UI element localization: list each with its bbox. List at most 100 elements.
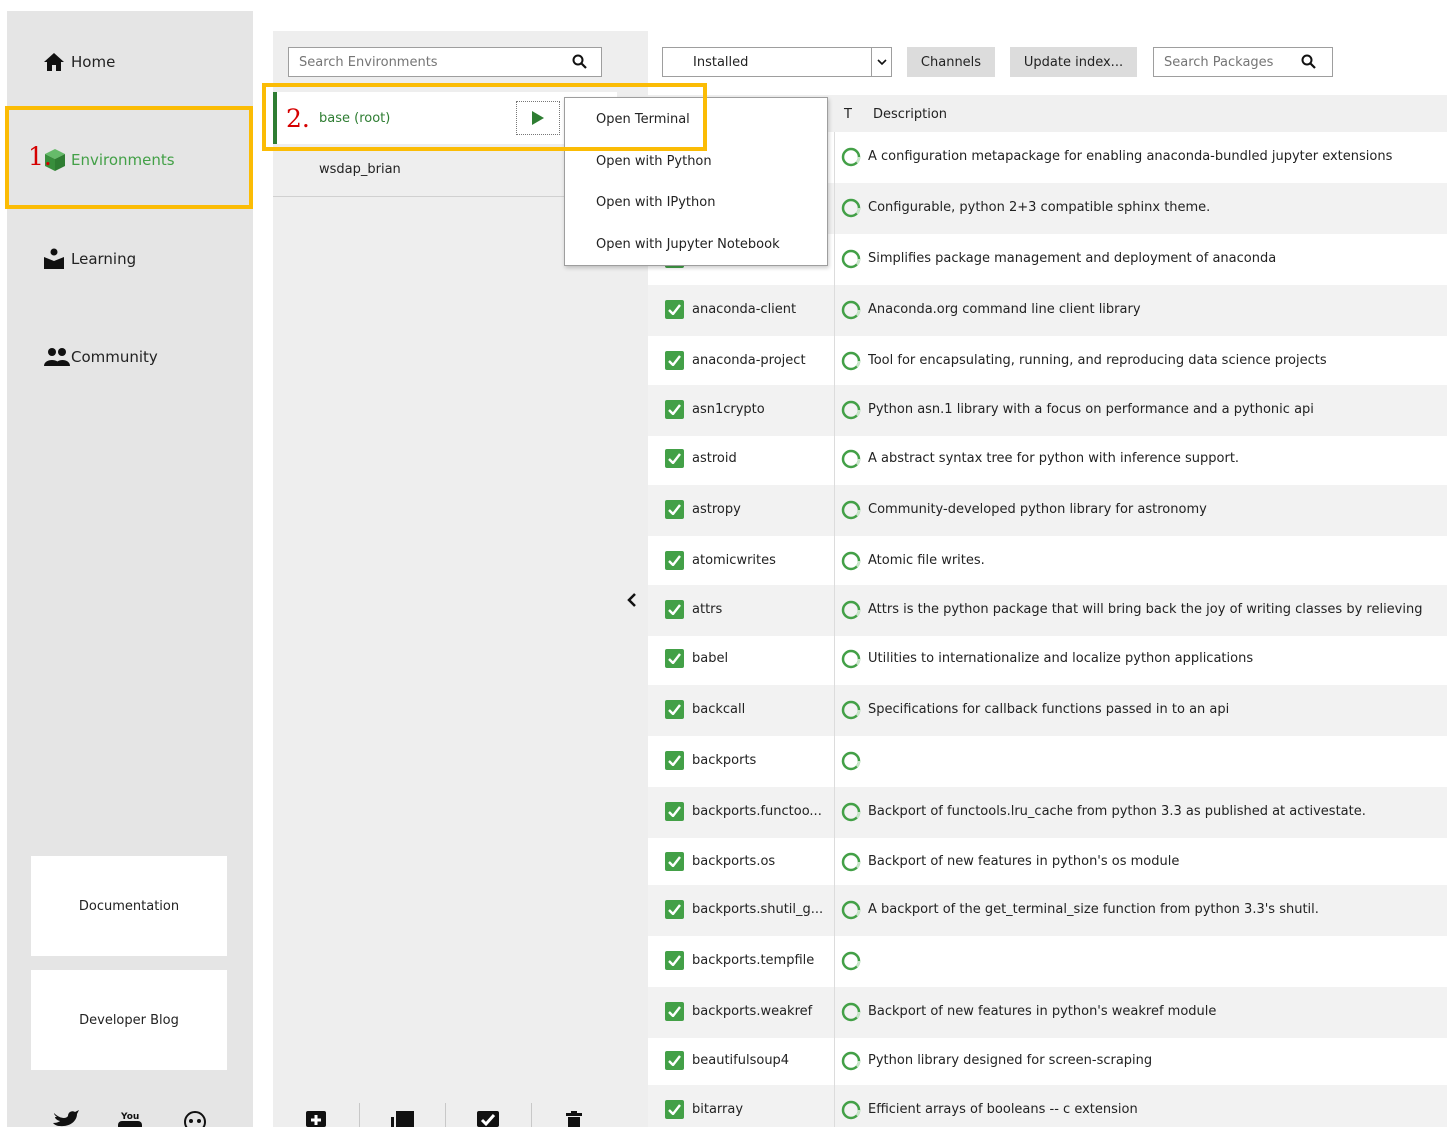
update-index-button[interactable]: Update index... xyxy=(1010,47,1137,77)
column-divider xyxy=(834,434,835,485)
table-row[interactable]: backports.weakref Backport of new feature… xyxy=(648,987,1447,1038)
nav-environments[interactable]: Environments xyxy=(43,148,175,172)
table-row[interactable]: attrs Attrs is the python package that wi… xyxy=(648,585,1447,636)
status-ring-icon xyxy=(841,551,861,575)
package-name: backcall xyxy=(692,702,746,717)
table-row[interactable]: bitarray Efficient arrays of booleans -- … xyxy=(648,1085,1447,1127)
search-icon[interactable] xyxy=(572,54,587,73)
table-row[interactable]: astroid A abstract syntax tree for python… xyxy=(648,434,1447,485)
checkbox-checked-icon[interactable] xyxy=(665,600,684,619)
chevron-down-icon[interactable] xyxy=(871,48,891,76)
column-divider xyxy=(834,685,835,736)
selection-bar xyxy=(273,92,277,144)
table-row[interactable]: anaconda-project Tool for encapsulating, … xyxy=(648,336,1447,387)
package-description: Python library designed for screen-scrap… xyxy=(868,1053,1153,1068)
chevron-left-icon[interactable] xyxy=(625,591,639,613)
people-icon xyxy=(43,345,71,369)
env-run-button[interactable] xyxy=(516,101,560,135)
documentation-card[interactable]: Documentation xyxy=(31,856,227,956)
status-ring-icon xyxy=(841,1100,861,1124)
checkbox-checked-icon[interactable] xyxy=(665,802,684,821)
column-divider xyxy=(834,1085,835,1127)
import-icon[interactable] xyxy=(445,1111,531,1127)
checkbox-checked-icon[interactable] xyxy=(665,449,684,468)
checkbox-checked-icon[interactable] xyxy=(665,300,684,319)
nav-home[interactable]: Home xyxy=(43,50,115,74)
menu-item-open-with-jupyter[interactable]: Open with Jupyter Notebook xyxy=(596,237,780,252)
package-filter-value: Installed xyxy=(693,55,749,70)
checkbox-checked-icon[interactable] xyxy=(665,700,684,719)
table-row[interactable]: beautifulsoup4 Python library designed fo… xyxy=(648,1036,1447,1087)
checkbox-checked-icon[interactable] xyxy=(665,649,684,668)
status-ring-icon xyxy=(841,852,861,876)
status-ring-icon xyxy=(841,700,861,724)
twitter-icon[interactable] xyxy=(52,1109,80,1127)
checkbox-checked-icon[interactable] xyxy=(665,400,684,419)
table-row[interactable]: anaconda-client Anaconda.org command line… xyxy=(648,285,1447,336)
youtube-icon[interactable]: You xyxy=(117,1109,143,1127)
github-icon[interactable] xyxy=(182,1109,208,1127)
package-filter-select[interactable]: Installed xyxy=(662,47,892,77)
table-row[interactable]: babel Utilities to internationalize and l… xyxy=(648,634,1447,685)
package-name: backports.tempfile xyxy=(692,953,815,968)
package-name: beautifulsoup4 xyxy=(692,1053,790,1068)
package-name: backports.shutil_g... xyxy=(692,902,824,917)
package-description: Community-developed python library for a… xyxy=(868,502,1207,517)
package-description: Attrs is the python package that will br… xyxy=(868,602,1423,617)
menu-item-open-with-ipython[interactable]: Open with IPython xyxy=(596,195,715,210)
status-ring-icon xyxy=(841,649,861,673)
nav-learning[interactable]: Learning xyxy=(43,247,136,271)
checkbox-checked-icon[interactable] xyxy=(665,500,684,519)
developer-blog-card[interactable]: Developer Blog xyxy=(31,970,227,1070)
checkbox-checked-icon[interactable] xyxy=(665,351,684,370)
table-row[interactable]: astropy Community-developed python librar… xyxy=(648,485,1447,536)
nav-home-label: Home xyxy=(71,53,116,71)
table-row[interactable]: backcall Specifications for callback func… xyxy=(648,685,1447,736)
table-row[interactable]: backports.shutil_g... A backport of the g… xyxy=(648,885,1447,936)
checkbox-checked-icon[interactable] xyxy=(665,1002,684,1021)
package-description: A backport of the get_terminal_size func… xyxy=(868,902,1319,917)
menu-item-open-with-python[interactable]: Open with Python xyxy=(596,154,712,169)
package-name: astroid xyxy=(692,451,737,466)
package-description: Backport of new features in python's wea… xyxy=(868,1004,1217,1019)
checkbox-checked-icon[interactable] xyxy=(665,551,684,570)
column-divider xyxy=(834,634,835,685)
create-icon[interactable] xyxy=(273,1111,359,1127)
package-name: anaconda-project xyxy=(692,353,806,368)
environment-search-input[interactable] xyxy=(289,48,569,76)
environment-context-menu: Open Terminal Open with Python Open with… xyxy=(564,97,828,266)
table-row[interactable]: atomicwrites Atomic file writes. xyxy=(648,536,1447,587)
nav-environments-label: Environments xyxy=(71,151,175,169)
checkbox-checked-icon[interactable] xyxy=(665,751,684,770)
search-icon[interactable] xyxy=(1301,54,1316,73)
remove-icon[interactable] xyxy=(531,1111,617,1127)
package-name: backports xyxy=(692,753,757,768)
package-name: astropy xyxy=(692,502,741,517)
nav-learning-label: Learning xyxy=(71,250,137,268)
svg-text:You: You xyxy=(120,1112,139,1122)
checkbox-checked-icon[interactable] xyxy=(665,852,684,871)
package-description: Efficient arrays of booleans -- c extens… xyxy=(868,1102,1138,1117)
table-row[interactable]: backports xyxy=(648,736,1447,787)
package-description: Python asn.1 library with a focus on per… xyxy=(868,402,1314,417)
package-name: asn1crypto xyxy=(692,402,765,417)
checkbox-checked-icon[interactable] xyxy=(665,951,684,970)
checkbox-checked-icon[interactable] xyxy=(665,1100,684,1119)
package-description: Specifications for callback functions pa… xyxy=(868,702,1230,717)
developer-blog-label: Developer Blog xyxy=(79,1012,179,1028)
package-description: A abstract syntax tree for python with i… xyxy=(868,451,1240,466)
checkbox-checked-icon[interactable] xyxy=(665,1051,684,1070)
table-row[interactable]: backports.functoo... Backport of functool… xyxy=(648,787,1447,838)
status-ring-icon xyxy=(841,951,861,975)
clone-icon[interactable] xyxy=(359,1111,445,1127)
table-row[interactable]: asn1crypto Python asn.1 library with a fo… xyxy=(648,385,1447,436)
type-column-header[interactable]: T xyxy=(844,107,852,122)
channels-button[interactable]: Channels xyxy=(907,47,995,77)
description-column-header[interactable]: Description xyxy=(873,107,947,122)
menu-item-open-terminal[interactable]: Open Terminal xyxy=(596,112,690,127)
nav-community[interactable]: Community xyxy=(43,345,158,369)
package-search-input[interactable] xyxy=(1154,48,1294,76)
table-row[interactable]: backports.tempfile xyxy=(648,936,1447,987)
table-row[interactable]: backports.os Backport of new features in … xyxy=(648,837,1447,888)
checkbox-checked-icon[interactable] xyxy=(665,900,684,919)
